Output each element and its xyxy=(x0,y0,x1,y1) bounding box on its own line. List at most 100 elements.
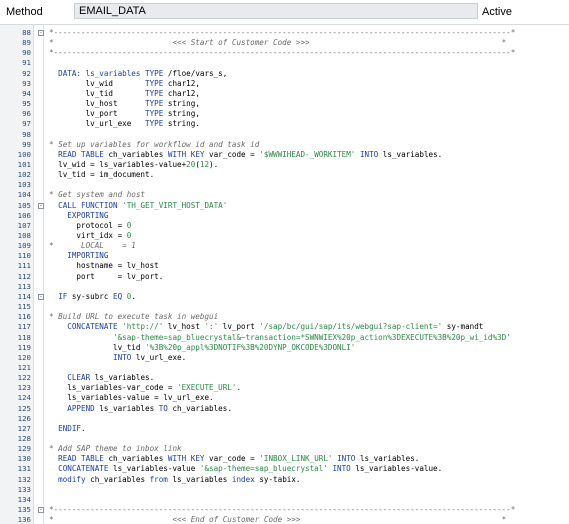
code-text: lv_tid TYPE char12, xyxy=(49,89,200,99)
code-text: IF sy-subrc EQ 0. xyxy=(49,292,136,302)
line-number: 120 xyxy=(17,352,31,362)
code-line[interactable]: 98 xyxy=(0,130,569,140)
code-line[interactable]: 95 lv_host TYPE string, xyxy=(0,99,569,109)
code-line[interactable]: 101 lv_wid = ls_variables-value+20(12). xyxy=(0,160,569,170)
code-line[interactable]: 129 * Add SAP theme to inbox link xyxy=(0,444,569,454)
code-line[interactable]: 102 lv_tid = im_document. xyxy=(0,170,569,180)
code-line[interactable]: 130 READ TABLE ch_variables WITH KEY var… xyxy=(0,454,569,464)
code-line[interactable]: 125 APPEND ls_variables TO ch_variables. xyxy=(0,404,569,414)
code-token: EXPORTING xyxy=(49,210,109,220)
line-number: 91 xyxy=(22,58,31,68)
code-line[interactable]: 121 xyxy=(0,363,569,373)
code-line[interactable]: 110 IMPORTING xyxy=(0,251,569,261)
line-number: 126 xyxy=(17,413,31,423)
code-line[interactable]: 136 * <<< End of Customer Code >>> * xyxy=(0,515,569,524)
method-name-field[interactable]: EMAIL_DATA xyxy=(74,3,478,19)
code-line[interactable]: 89 * <<< Start of Customer Code >>> * xyxy=(0,38,569,48)
code-line[interactable]: 128 xyxy=(0,434,569,444)
code-line[interactable]: 134 xyxy=(0,495,569,505)
code-text: * <<< Start of Customer Code >>> * xyxy=(49,38,506,48)
code-text: lv_tid = im_document. xyxy=(49,170,154,180)
code-editor[interactable]: 88- *------------------------------------… xyxy=(0,24,569,524)
code-line[interactable]: 94 lv_tid TYPE char12, xyxy=(0,89,569,99)
line-number: 125 xyxy=(17,403,31,413)
code-line[interactable]: 124 ls_variables-value = lv_url_exe. xyxy=(0,393,569,403)
code-line[interactable]: 92 DATA: ls_variables TYPE /floe/vars_s, xyxy=(0,69,569,79)
code-line[interactable]: 127 ENDIF. xyxy=(0,424,569,434)
code-token: char12, xyxy=(163,78,200,88)
code-token: ls_variables xyxy=(167,474,232,484)
code-line[interactable]: 105- CALL FUNCTION 'TH_GET_VIRT_HOST_DAT… xyxy=(0,201,569,211)
code-line[interactable]: 133 xyxy=(0,485,569,495)
code-line[interactable]: 90 *-------------------------------------… xyxy=(0,48,569,58)
code-token: ch_variables. xyxy=(167,403,232,413)
code-line[interactable]: 131 CONCATENATE ls_variables-value '&sap… xyxy=(0,464,569,474)
code-text: CLEAR ls_variables. xyxy=(49,373,154,383)
code-line[interactable]: 111 hostname = lv_host xyxy=(0,261,569,271)
code-token: READ TABLE xyxy=(49,454,104,464)
code-token: ch_variables xyxy=(103,149,168,159)
code-line[interactable]: 119 lv_tid '%3B%20p_appl%3DNOTIF%3B%20DY… xyxy=(0,343,569,353)
code-line[interactable]: 113 xyxy=(0,282,569,292)
code-line[interactable]: 106 EXPORTING xyxy=(0,211,569,221)
code-token: EQ xyxy=(113,291,123,301)
line-number: 94 xyxy=(22,88,31,98)
code-line[interactable]: 93 lv_wid TYPE char12, xyxy=(0,79,569,89)
code-line[interactable]: 91 xyxy=(0,58,569,68)
code-line[interactable]: 132 modify ch_variables from ls_variable… xyxy=(0,475,569,485)
fold-toggle-icon[interactable]: - xyxy=(38,507,44,514)
code-line[interactable]: 103 xyxy=(0,180,569,190)
code-token: ':' xyxy=(204,322,219,332)
code-token: CALL FUNCTION xyxy=(49,200,118,210)
code-line[interactable]: 117 CONCATENATE 'http://' lv_host ':' lv… xyxy=(0,322,569,332)
code-line[interactable]: 135- *-----------------------------------… xyxy=(0,505,569,515)
method-editor-window: Method EMAIL_DATA Active 88- *-----------… xyxy=(0,0,569,524)
code-line[interactable]: 96 lv_port TYPE string, xyxy=(0,109,569,119)
code-token: lv_port xyxy=(49,109,146,119)
line-number: 101 xyxy=(17,159,31,169)
code-line[interactable]: 120 INTO lv_url_exe. xyxy=(0,353,569,363)
code-text: READ TABLE ch_variables WITH KEY var_cod… xyxy=(49,150,442,160)
code-token: 'EXECUTE_URL' xyxy=(177,383,237,393)
code-line[interactable]: 122 CLEAR ls_variables. xyxy=(0,373,569,383)
line-number: 99 xyxy=(22,139,31,149)
code-line[interactable]: 126 xyxy=(0,414,569,424)
fold-toggle-icon[interactable]: - xyxy=(38,202,44,209)
code-line[interactable]: 112 port = lv_port. xyxy=(0,272,569,282)
code-token: ch_variables xyxy=(103,454,168,464)
code-token: port = lv_port. xyxy=(49,271,164,281)
code-line[interactable]: 88 - *------------------------------------… xyxy=(0,28,569,38)
line-number: 133 xyxy=(17,484,31,494)
code-line[interactable]: 123 ls_variables-var_code = 'EXECUTE_URL… xyxy=(0,383,569,393)
code-token: sy-subrc xyxy=(67,291,114,301)
code-text: protocol = 0 xyxy=(49,221,131,231)
code-token: var_code = xyxy=(204,454,260,464)
code-text: ENDIF. xyxy=(49,423,85,434)
code-line[interactable]: 116 * Build URL to execute task in webgui xyxy=(0,312,569,322)
code-line[interactable]: 109 * LOCAL = 1 xyxy=(0,241,569,251)
line-number: 112 xyxy=(17,271,31,281)
line-number: 136 xyxy=(17,515,31,524)
code-text: '&sap-theme=sap_bluecrystal&~transaction… xyxy=(49,333,511,343)
code-token: lv_tid = im_document. xyxy=(49,170,155,180)
line-number: 108 xyxy=(17,231,31,240)
code-line[interactable]: 118 '&sap-theme=sap_bluecrystal&~transac… xyxy=(0,333,569,343)
code-text: INTO lv_url_exe. xyxy=(49,353,186,363)
fold-toggle-icon[interactable]: - xyxy=(38,30,44,36)
code-token: lv_url_exe. xyxy=(131,352,187,362)
code-token: 0 xyxy=(126,231,132,240)
fold-toggle-icon[interactable]: - xyxy=(38,293,44,300)
code-line[interactable]: 99 * Set up variables for workflow id and… xyxy=(0,140,569,150)
code-token: ls_variables xyxy=(94,403,159,413)
code-line[interactable]: 114- IF sy-subrc EQ 0. xyxy=(0,292,569,302)
code-line[interactable]: 115 xyxy=(0,302,569,312)
code-token: ls_variables. xyxy=(378,149,443,159)
code-token: lv_url_exe xyxy=(49,119,146,129)
line-number: 96 xyxy=(22,109,31,119)
code-line[interactable]: 107 protocol = 0 xyxy=(0,221,569,231)
code-line[interactable]: 104 * Get system and host xyxy=(0,190,569,200)
code-line[interactable]: 97 lv_url_exe TYPE string. xyxy=(0,119,569,129)
code-token: ENDIF xyxy=(49,423,82,433)
code-line[interactable]: 100 READ TABLE ch_variables WITH KEY var… xyxy=(0,150,569,160)
code-line[interactable]: 108 virt_idx = 0 xyxy=(0,231,569,241)
